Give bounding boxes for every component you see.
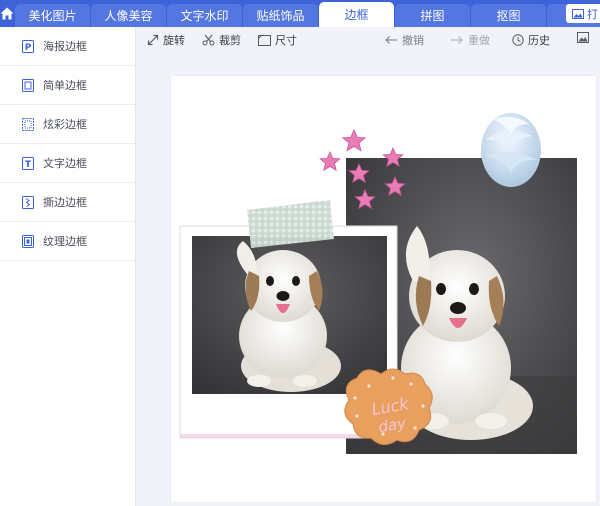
tab-cutout[interactable]: 抠图 [471,4,546,27]
sidebar-item-label: 撕边边框 [43,196,87,209]
meringue-sticker[interactable] [481,113,541,187]
image-tool-button[interactable] [577,32,589,43]
sidebar-item-label: 简单边框 [43,79,87,92]
resize-label: 尺寸 [275,34,297,47]
texture-frame-icon [22,234,34,248]
rotate-label: 旋转 [163,34,185,47]
main-tabs: 美化图片 人像美容 文字水印 贴纸饰品 边框 拼图 抠图 更多 [14,0,600,27]
history-label: 历史 [528,34,550,47]
sidebar-item-label: 炫彩边框 [43,118,87,131]
rotate-icon [147,34,159,46]
redo-label: 重做 [468,34,490,47]
redo-button[interactable]: 重做 [450,32,490,48]
sidebar-item-text-frame[interactable]: T 文字边框 [0,144,135,183]
frame-category-sidebar: P 海报边框 简单边框 炫彩边框 T 文字边框 撕边边框 纹理边框 [0,27,136,506]
simple-frame-icon [22,78,34,92]
undo-button[interactable]: 撤销 [384,32,424,48]
tab-beautify[interactable]: 美化图片 [15,4,90,27]
rotate-button[interactable]: 旋转 [147,32,185,48]
sidebar-item-texture-frame[interactable]: 纹理边框 [0,222,135,261]
resize-icon [258,34,271,46]
image-canvas[interactable]: Luck day [171,76,596,502]
clock-icon [512,34,524,46]
sidebar-item-label: 纹理边框 [43,235,87,248]
sidebar-item-poster-frame[interactable]: P 海报边框 [0,27,135,66]
top-tab-bar: 美化图片 人像美容 文字水印 贴纸饰品 边框 拼图 抠图 更多 打 [0,0,600,27]
text-frame-icon: T [22,156,34,170]
open-button-label: 打 [587,7,598,21]
home-button[interactable] [0,0,14,27]
edit-toolbar: 旋转 裁剪 尺寸 撤销 重做 历史 [137,27,600,51]
crop-button[interactable]: 裁剪 [202,32,241,48]
tab-frames[interactable]: 边框 [319,2,394,27]
home-icon [0,7,14,20]
scissors-icon [202,34,215,46]
crop-label: 裁剪 [219,34,241,47]
sidebar-item-colorful-frame[interactable]: 炫彩边框 [0,105,135,144]
colorful-frame-icon [22,117,34,131]
sidebar-item-simple-frame[interactable]: 简单边框 [0,66,135,105]
history-button[interactable]: 历史 [512,32,550,48]
tab-stickers[interactable]: 贴纸饰品 [243,4,318,27]
undo-label: 撤销 [402,34,424,47]
poster-frame-icon: P [22,39,34,53]
collage-artwork: Luck day [179,113,577,454]
torn-edge-frame-icon [22,195,34,209]
svg-text:T: T [25,160,32,170]
tab-portrait[interactable]: 人像美容 [91,4,166,27]
resize-button[interactable]: 尺寸 [258,32,297,48]
open-button[interactable]: 打 [566,4,600,23]
sidebar-item-label: 文字边框 [43,157,87,170]
svg-text:P: P [25,43,32,53]
sidebar-item-torn-edge-frame[interactable]: 撕边边框 [0,183,135,222]
redo-arrow-icon [451,36,463,44]
image-icon [572,8,584,19]
tab-collage[interactable]: 拼图 [395,4,470,27]
sidebar-item-label: 海报边框 [43,40,87,53]
tab-text-watermark[interactable]: 文字水印 [167,4,242,27]
picture-icon [577,32,589,43]
undo-arrow-icon [385,36,397,44]
